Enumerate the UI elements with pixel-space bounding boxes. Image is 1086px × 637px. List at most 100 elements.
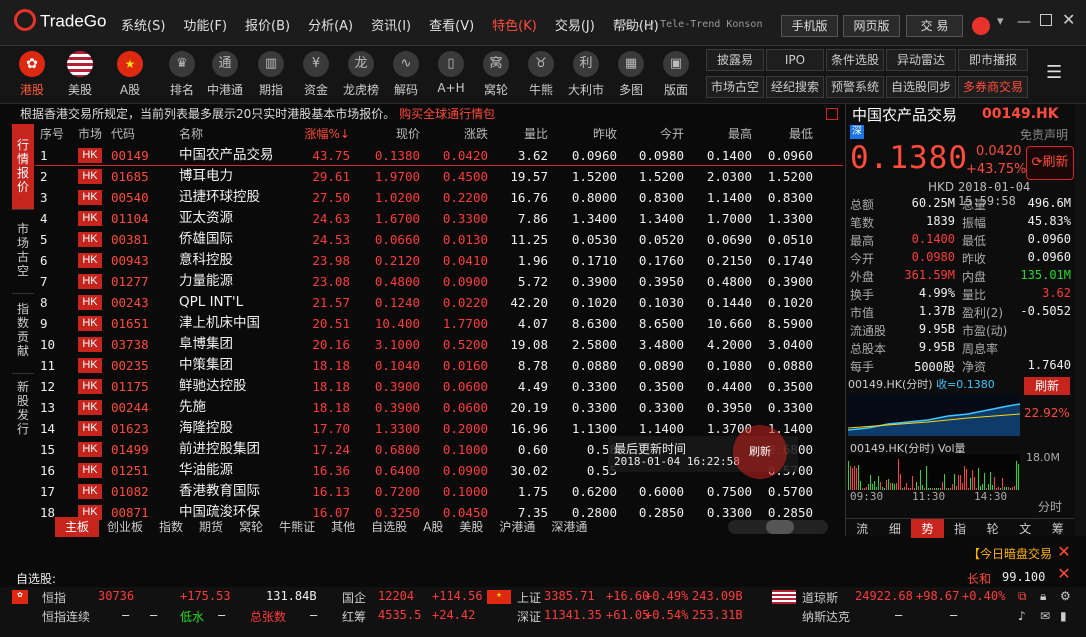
ipo-button[interactable]: IPO: [766, 49, 824, 71]
left-tab-ipo[interactable]: 新股发行: [12, 376, 34, 436]
stock-code[interactable]: 01277: [111, 271, 149, 292]
tool-layout[interactable]: ▣ 版面: [656, 51, 696, 98]
horizontal-scrollbar[interactable]: [728, 520, 828, 534]
menu-function[interactable]: 功能(F): [183, 15, 227, 34]
connection-icon[interactable]: ▮: [1060, 609, 1067, 623]
tab-futures[interactable]: 期货: [191, 517, 231, 537]
tab-chips[interactable]: 筹: [1041, 519, 1074, 538]
stock-code[interactable]: 00235: [111, 355, 149, 376]
stock-name[interactable]: 海隆控股: [179, 418, 233, 439]
stock-name[interactable]: QPL INT'L: [179, 292, 243, 313]
tool-capital[interactable]: ¥ 资金: [296, 51, 336, 98]
left-tab-index-contrib[interactable]: 指数贡献: [12, 296, 34, 374]
minimize-icon[interactable]: —: [1017, 14, 1031, 30]
stock-code[interactable]: 00243: [111, 292, 149, 313]
disclosure-button[interactable]: 披露易: [706, 49, 764, 71]
tab-detail[interactable]: 细: [879, 519, 912, 538]
stock-code[interactable]: 00381: [111, 229, 149, 250]
expand-icon[interactable]: [826, 108, 838, 120]
tab-warrant[interactable]: 窝轮: [231, 517, 271, 537]
tab-index[interactable]: 指数: [151, 517, 191, 537]
multi-broker-button[interactable]: 多券商交易: [958, 76, 1028, 98]
alert-system-button[interactable]: 预警系统: [826, 76, 884, 98]
user-avatar-icon[interactable]: [972, 17, 990, 35]
menu-system[interactable]: 系统(S): [121, 15, 165, 34]
menu-icon[interactable]: ▾: [997, 14, 1004, 29]
tab-sz-connect[interactable]: 深港通: [543, 517, 595, 537]
stock-name[interactable]: 侨雄国际: [179, 229, 233, 250]
stock-name[interactable]: 鲜驰达控股: [179, 376, 247, 397]
broker-search-button[interactable]: 经纪搜索: [766, 76, 824, 98]
refresh-button[interactable]: ⟳刷新: [1026, 146, 1074, 180]
stock-code[interactable]: 00540: [111, 187, 149, 208]
stock-code[interactable]: 01104: [111, 208, 149, 229]
tab-text[interactable]: 文: [1009, 519, 1042, 538]
tool-warrant[interactable]: 窝窝轮: [476, 51, 516, 98]
more-menu-icon[interactable]: ☰: [1046, 62, 1062, 83]
scrollbar-thumb[interactable]: [766, 520, 794, 534]
table-row[interactable]: 6 HK 00943 意科控股 23.98 0.2120 0.0410 1.96 0.1710 0…: [35, 250, 843, 271]
tool-ranking[interactable]: ♛ 排名: [162, 51, 202, 98]
menu-view[interactable]: 查看(V): [429, 15, 474, 34]
stock-name[interactable]: 华油能源: [179, 460, 233, 481]
tab-cbbc[interactable]: 牛熊证: [271, 517, 323, 537]
stock-name[interactable]: 前进控股集团: [179, 439, 260, 460]
market-hk[interactable]: ✿ 港股: [12, 51, 52, 98]
live-broadcast-button[interactable]: 即市播报: [958, 49, 1028, 71]
disclaimer-link[interactable]: 免责声明: [1020, 126, 1068, 143]
stock-code[interactable]: 00943: [111, 250, 149, 271]
tab-gem[interactable]: 创业板: [99, 517, 151, 537]
left-tab-quotes[interactable]: 行情报价: [12, 124, 34, 210]
watchlist-sync-button[interactable]: 自选股同步: [886, 76, 956, 98]
tab-sh-connect[interactable]: 沪港通: [491, 517, 543, 537]
tab-flow[interactable]: 流: [846, 519, 879, 538]
stock-name[interactable]: 中策集团: [179, 355, 233, 376]
stock-name[interactable]: 津上机床中国: [179, 313, 260, 334]
table-row[interactable]: 4 HK 01104 亚太资源 24.63 1.6700 0.3300 7.86 1.3400 1…: [35, 208, 843, 229]
table-row[interactable]: 5 HK 00381 侨雄国际 24.53 0.0660 0.0130 11.25 0.0530…: [35, 229, 843, 250]
menu-special[interactable]: 特色(K): [492, 15, 537, 34]
close-icon[interactable]: ✕: [1062, 10, 1075, 29]
intraday-toggle-button[interactable]: 分时: [1038, 498, 1062, 515]
stock-code[interactable]: 01623: [111, 418, 149, 439]
tool-dalishi[interactable]: 利大利市: [566, 51, 606, 98]
tool-cbbc[interactable]: ♉ 牛熊: [521, 51, 561, 98]
table-row[interactable]: 1 HK 00149 中国农产品交易 43.75 0.1380 0.0420 3.62 0.09…: [35, 145, 843, 166]
maximize-icon[interactable]: [1040, 14, 1052, 26]
table-row[interactable]: 9 HK 01651 津上机床中国 20.51 10.400 1.7700 4.07 8.630…: [35, 313, 843, 334]
tab-warrant-detail[interactable]: 轮: [976, 519, 1009, 538]
stock-name[interactable]: 博耳电力: [179, 166, 233, 187]
stock-code[interactable]: 01651: [111, 313, 149, 334]
table-row[interactable]: 2 HK 01685 博耳电力 29.61 1.9700 0.4500 19.57 1.5200…: [35, 166, 843, 187]
table-row[interactable]: 13 HK 00244 先施 18.18 0.3900 0.0600 20.19 0.3300 0…: [35, 397, 843, 418]
anomaly-radar-button[interactable]: 异动雷达: [886, 49, 956, 71]
stock-name[interactable]: 迅捷环球控股: [179, 187, 260, 208]
table-row[interactable]: 17 HK 01082 香港教育国际 16.13 0.7200 0.1000 1.75 0.62…: [35, 481, 843, 502]
table-row[interactable]: 7 HK 01277 力量能源 23.08 0.4800 0.0900 5.72 0.3900 0…: [35, 271, 843, 292]
tab-us[interactable]: 美股: [451, 517, 491, 537]
tool-decode[interactable]: ∿ 解码: [386, 51, 426, 98]
table-row[interactable]: 8 HK 00243 QPL INT'L 21.57 0.1240 0.0220 42.20 0…: [35, 292, 843, 313]
tab-indicator[interactable]: 指: [944, 519, 977, 538]
stock-code[interactable]: 01082: [111, 481, 149, 502]
dark-pool-link[interactable]: 【今日暗盘交易: [968, 545, 1052, 562]
stock-code[interactable]: 00149: [111, 145, 149, 166]
tab-a-share[interactable]: A股: [415, 517, 451, 537]
stock-name[interactable]: 先施: [179, 397, 206, 418]
market-us[interactable]: 美股: [60, 51, 100, 98]
tab-main-board[interactable]: 主板: [55, 517, 100, 537]
tab-other[interactable]: 其他: [323, 517, 363, 537]
mini-chart-refresh-button[interactable]: 刷新: [1024, 377, 1070, 395]
stock-name[interactable]: 亚太资源: [179, 208, 233, 229]
menu-quote[interactable]: 报价(B): [245, 15, 290, 34]
left-tab-market-short[interactable]: 市场古空: [12, 212, 34, 294]
table-row[interactable]: 3 HK 00540 迅捷环球控股 27.50 1.0200 0.2200 16.76 0.80…: [35, 187, 843, 208]
stock-code[interactable]: 03738: [111, 334, 149, 355]
stock-name[interactable]: 阜博集团: [179, 334, 233, 355]
stock-code[interactable]: 01499: [111, 439, 149, 460]
tool-ah[interactable]: ▯ A+H: [431, 51, 471, 95]
table-row[interactable]: 12 HK 01175 鲜驰达控股 18.18 0.3900 0.0600 4.49 0.330…: [35, 376, 843, 397]
stock-name[interactable]: 香港教育国际: [179, 481, 260, 502]
tool-multichart[interactable]: ▦ 多图: [611, 51, 651, 98]
bell-icon[interactable]: ♪: [1018, 609, 1026, 623]
